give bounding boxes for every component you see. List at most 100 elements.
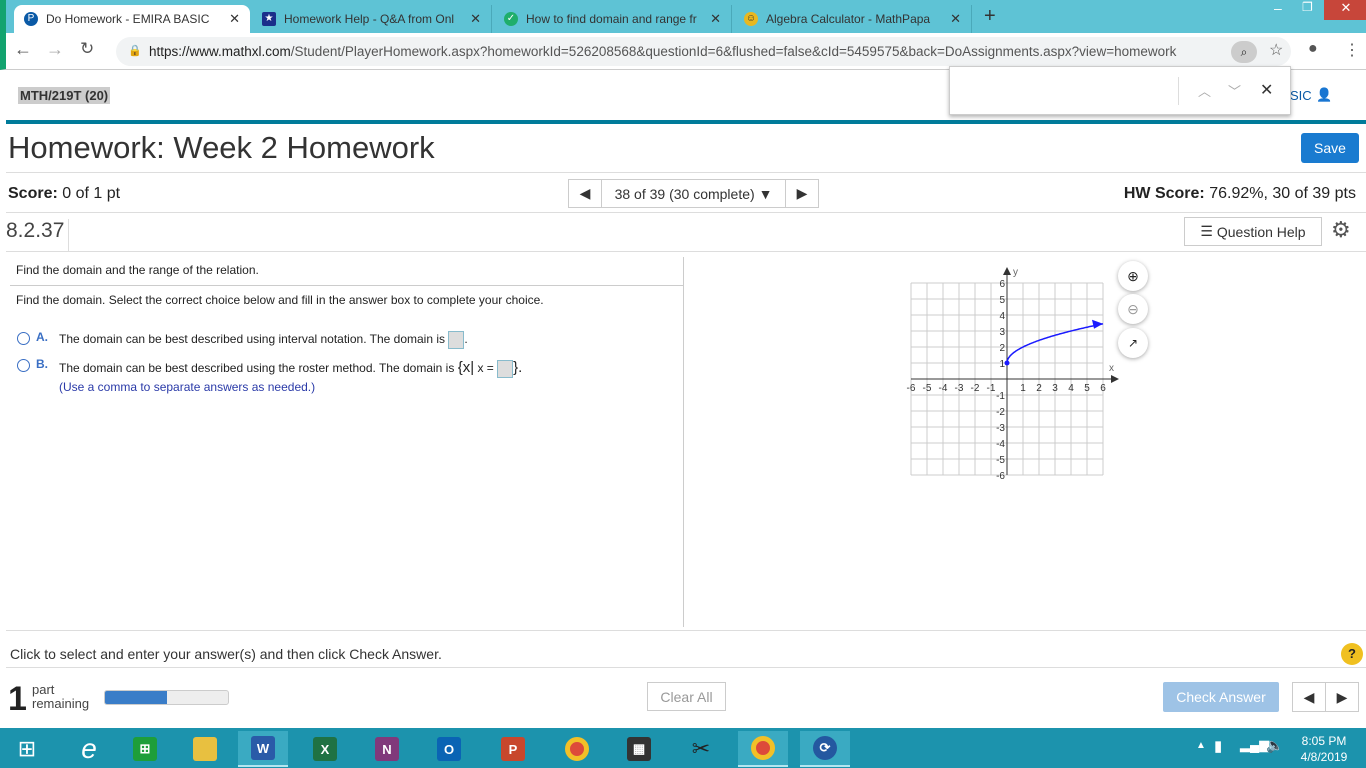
x-tick-label: -4: [939, 383, 948, 394]
list-icon: ☰: [1200, 223, 1213, 239]
x-tick-label: -6: [907, 383, 916, 394]
choice-b-letter: B.: [36, 357, 48, 371]
check-shield-icon: ✓: [504, 12, 518, 26]
tab-homework-help[interactable]: ★ Homework Help - Q&A from Onl ✕: [252, 5, 492, 33]
zoom-out-icon[interactable]: ⊖: [1118, 294, 1148, 324]
show-hidden-icons[interactable]: ▲: [1196, 740, 1206, 751]
powerpoint-icon: P: [501, 737, 525, 761]
taskbar-app[interactable]: ▦: [614, 731, 664, 767]
page-title: Homework: Week 2 Homework: [8, 130, 435, 165]
question-number: 8.2.37: [6, 219, 70, 251]
domain-roster-input[interactable]: [497, 359, 514, 378]
taskbar-powerpoint[interactable]: P: [488, 731, 538, 767]
question-prompt: Find the domain and the range of the rel…: [16, 263, 259, 277]
find-previous-icon[interactable]: ︿: [1198, 81, 1211, 100]
check-answer-button[interactable]: Check Answer: [1163, 682, 1279, 712]
find-close-icon[interactable]: ✕: [1260, 80, 1273, 100]
footer-previous-button[interactable]: ◀: [1292, 682, 1326, 712]
taskbar-word[interactable]: W: [238, 731, 288, 767]
parts-count: 1: [8, 680, 27, 718]
close-tab-icon[interactable]: ✕: [710, 11, 721, 27]
forward-icon[interactable]: →: [46, 39, 64, 60]
windows-icon: ⊞: [17, 736, 37, 761]
clock[interactable]: 8:05 PM 4/8/2019: [1296, 733, 1352, 765]
previous-question-button[interactable]: ◀: [568, 179, 602, 208]
minimize-button[interactable]: –: [1274, 0, 1282, 16]
y-axis-label: y: [1013, 267, 1018, 278]
x-tick-label: -5: [923, 383, 932, 394]
taskbar-ie[interactable]: e: [64, 731, 114, 767]
open-external-icon[interactable]: ↗: [1118, 328, 1148, 358]
hw-score-value: 76.92%, 30 of 39 pts: [1209, 185, 1356, 202]
help-icon[interactable]: ?: [1341, 643, 1363, 665]
close-tab-icon[interactable]: ✕: [470, 11, 481, 27]
taskbar-snipping[interactable]: ✂: [676, 731, 726, 767]
header-divider: [6, 120, 1366, 124]
choice-a: The domain can be best described using i…: [59, 331, 468, 349]
dropdown-caret-icon: ▼: [758, 185, 773, 202]
restore-button[interactable]: ❐: [1302, 0, 1313, 14]
back-icon[interactable]: ←: [14, 39, 32, 60]
close-tab-icon[interactable]: ✕: [229, 11, 240, 27]
y-tick-label: -6: [996, 471, 1005, 482]
find-in-page-icon[interactable]: ⌕: [1231, 41, 1257, 63]
homework-page: MTH/219T (20) SIC 👤 Homework: Week 2 Hom…: [6, 70, 1366, 725]
tab-domain-range[interactable]: ✓ How to find domain and range fr ✕: [494, 5, 732, 33]
score-label: Score:: [8, 185, 58, 202]
x-axis-label: x: [1109, 363, 1114, 374]
taskbar-excel[interactable]: X: [300, 731, 350, 767]
choice-b: The domain can be best described using t…: [59, 359, 523, 378]
footer-next-button[interactable]: ▶: [1325, 682, 1359, 712]
reload-icon[interactable]: ↻: [80, 39, 94, 59]
tab-do-homework[interactable]: P Do Homework - EMIRA BASIC ✕: [14, 5, 250, 33]
hw-score-label: HW Score:: [1123, 185, 1205, 202]
close-window-button[interactable]: ✕: [1324, 0, 1366, 20]
choice-b-radio[interactable]: [17, 359, 30, 372]
menu-icon[interactable]: ⋮: [1344, 40, 1360, 60]
y-tick-label: -3: [996, 423, 1005, 434]
close-tab-icon[interactable]: ✕: [950, 11, 961, 27]
choice-a-radio[interactable]: [17, 332, 30, 345]
x-tick-label: -3: [955, 383, 964, 394]
excel-icon: X: [313, 737, 337, 761]
taskbar-chrome[interactable]: [552, 731, 602, 767]
clear-all-button[interactable]: Clear All: [647, 682, 726, 711]
y-tick-label: 6: [999, 279, 1005, 290]
settings-gear-icon[interactable]: ⚙: [1331, 217, 1351, 243]
profile-icon[interactable]: ●: [1308, 40, 1318, 58]
save-button[interactable]: Save: [1301, 133, 1359, 163]
network-icon[interactable]: ▂▄▆: [1240, 737, 1269, 753]
bookmark-star-icon[interactable]: ☆: [1269, 40, 1283, 60]
zoom-in-icon[interactable]: ⊕: [1118, 261, 1148, 291]
start-button[interactable]: ⊞: [2, 731, 52, 767]
onenote-icon: N: [375, 737, 399, 761]
find-input[interactable]: [958, 77, 1178, 105]
new-tab-button[interactable]: +: [984, 5, 996, 28]
app-grid-icon: ▦: [627, 737, 651, 761]
chrome-icon: [751, 736, 775, 760]
battery-icon[interactable]: ▮: [1214, 737, 1222, 755]
word-icon: W: [251, 736, 275, 760]
taskbar-onenote[interactable]: N: [362, 731, 412, 767]
taskbar-app-2[interactable]: ⟳: [800, 731, 850, 767]
y-axis-arrow: [1003, 267, 1011, 275]
tab-strip: P Do Homework - EMIRA BASIC ✕ ★ Homework He…: [0, 0, 1366, 33]
taskbar-store[interactable]: ⊞: [120, 731, 170, 767]
taskbar-explorer[interactable]: [180, 731, 230, 767]
start-point: [1004, 360, 1010, 366]
url-field[interactable]: 🔒 https://www.mathxl.com/Student/PlayerHo…: [116, 37, 1291, 66]
x-tick-label: 1: [1020, 383, 1026, 394]
taskbar-outlook[interactable]: O: [424, 731, 474, 767]
chrome-icon: [565, 737, 589, 761]
taskbar-chrome-2[interactable]: [738, 731, 788, 767]
tab-mathpapa[interactable]: ☺ Algebra Calculator - MathPapa ✕: [734, 5, 972, 33]
question-help-button[interactable]: ☰ Question Help: [1184, 217, 1322, 246]
x-tick-label: -2: [971, 383, 980, 394]
next-question-button[interactable]: ▶: [785, 179, 819, 208]
domain-interval-input[interactable]: [448, 331, 465, 349]
find-next-icon[interactable]: ﹀: [1228, 81, 1241, 100]
user-name[interactable]: SIC: [1290, 88, 1312, 103]
question-selector[interactable]: 38 of 39 (30 complete) ▼: [601, 179, 786, 208]
volume-icon[interactable]: 🔈: [1266, 737, 1283, 754]
x-tick-label: -1: [987, 383, 996, 394]
